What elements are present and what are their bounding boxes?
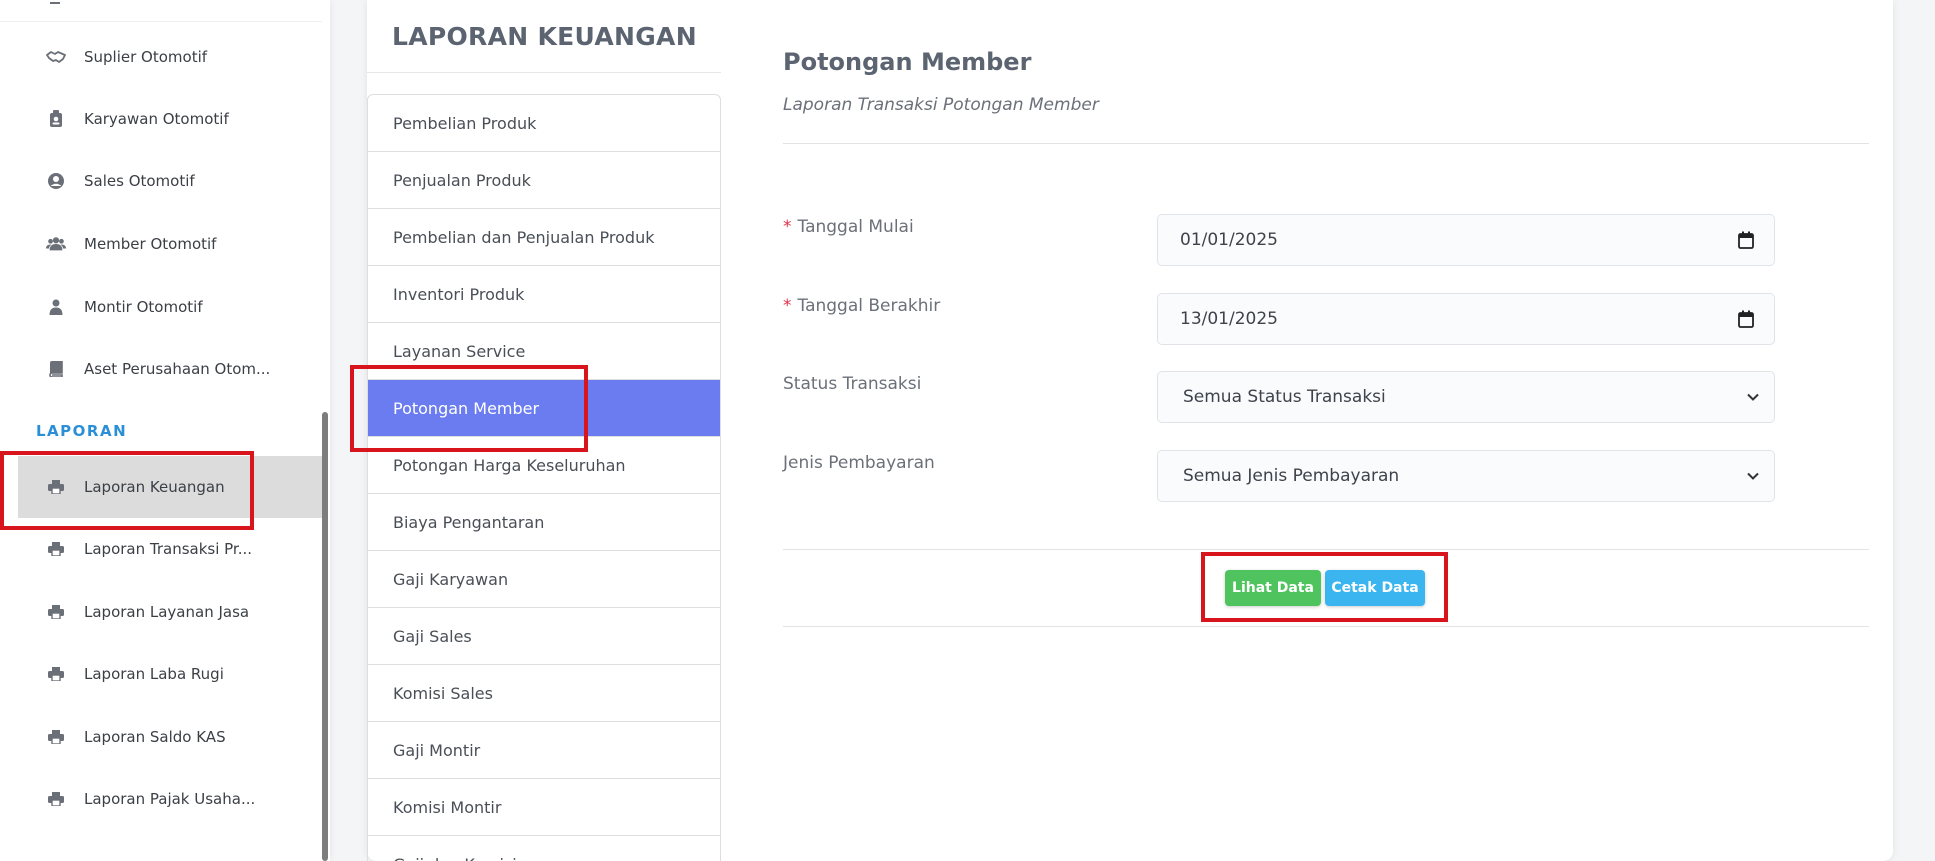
sidebar-scrollbar[interactable]	[322, 412, 328, 861]
end-date-label-text: Tanggal Berakhir	[797, 296, 941, 316]
menu-item-komisi-montir[interactable]: Komisi Montir	[368, 779, 720, 836]
form-divider	[783, 549, 1869, 550]
cutoff-icon	[50, 0, 60, 4]
sidebar-item-laporan-saldo-kas[interactable]: Laporan Saldo KAS	[0, 706, 322, 768]
printer-icon	[46, 727, 66, 747]
end-date-value: 13/01/2025	[1180, 309, 1278, 329]
menu-item-gaji-komisi[interactable]: Gaji dan Komisi...	[368, 836, 720, 861]
sidebar-item-suplier[interactable]: Suplier Otomotif	[0, 26, 322, 88]
calendar-icon[interactable]	[1738, 310, 1754, 328]
sidebar-item-label: Montir Otomotif	[84, 298, 203, 316]
card-title-divider	[367, 72, 721, 73]
menu-item-gaji-montir[interactable]: Gaji Montir	[368, 722, 720, 779]
printer-icon	[46, 539, 66, 559]
sidebar-item-label: Member Otomotif	[84, 235, 217, 253]
report-card: LAPORAN KEUANGAN Pembelian Produk Penjua…	[367, 0, 1893, 861]
report-header-divider	[783, 143, 1869, 144]
sidebar-item-label: Laporan Layanan Jasa	[84, 603, 250, 621]
chevron-down-icon	[1747, 393, 1759, 401]
print-data-button[interactable]: Cetak Data	[1325, 570, 1425, 606]
sidebar-item-label: Sales Otomotif	[84, 172, 195, 190]
printer-icon	[46, 602, 66, 622]
sidebar-item-laporan-pajak[interactable]: Laporan Pajak Usaha...	[0, 768, 322, 830]
menu-item-potongan-harga[interactable]: Potongan Harga Keseluruhan	[368, 437, 720, 494]
user-icon	[46, 297, 66, 317]
sidebar-item-label: Laporan Laba Rugi	[84, 665, 224, 683]
menu-item-potongan-member[interactable]: Potongan Member	[368, 380, 720, 437]
menu-item-layanan-service[interactable]: Layanan Service	[368, 323, 720, 380]
footer-divider	[783, 626, 1869, 627]
chevron-down-icon	[1747, 472, 1759, 480]
printer-icon	[46, 664, 66, 684]
sidebar: Suplier Otomotif Karyawan Otomotif Sales…	[0, 0, 330, 861]
sidebar-item-laporan-layanan[interactable]: Laporan Layanan Jasa	[0, 581, 322, 643]
sidebar-item-montir[interactable]: Montir Otomotif	[0, 276, 322, 338]
menu-item-biaya-pengantaran[interactable]: Biaya Pengantaran	[368, 494, 720, 551]
menu-item-komisi-sales[interactable]: Komisi Sales	[368, 665, 720, 722]
sidebar-item-aset[interactable]: Aset Perusahaan Otom...	[0, 338, 322, 400]
menu-item-penjualan-produk[interactable]: Penjualan Produk	[368, 152, 720, 209]
menu-item-inventori-produk[interactable]: Inventori Produk	[368, 266, 720, 323]
start-date-value: 01/01/2025	[1180, 230, 1278, 250]
sidebar-item-laporan-keuangan[interactable]: Laporan Keuangan	[18, 456, 322, 518]
printer-icon	[46, 477, 66, 497]
calendar-icon[interactable]	[1738, 231, 1754, 249]
report-title: Potongan Member	[783, 48, 1032, 76]
status-value: Semua Status Transaksi	[1183, 387, 1386, 407]
view-data-button[interactable]: Lihat Data	[1225, 570, 1321, 606]
status-label: Status Transaksi	[783, 374, 922, 394]
required-mark: *	[783, 296, 792, 316]
sidebar-item-label: Laporan Transaksi Pr...	[84, 540, 253, 558]
sidebar-item-label: Aset Perusahaan Otom...	[84, 360, 271, 378]
required-mark: *	[783, 217, 792, 237]
end-date-input[interactable]: 13/01/2025	[1157, 293, 1775, 345]
menu-item-pembelian-penjualan[interactable]: Pembelian dan Penjualan Produk	[368, 209, 720, 266]
sidebar-item-laporan-transaksi[interactable]: Laporan Transaksi Pr...	[0, 518, 322, 580]
users-icon	[46, 234, 66, 254]
printer-icon	[46, 789, 66, 809]
book-icon	[46, 359, 66, 379]
sidebar-item-label: Karyawan Otomotif	[84, 110, 229, 128]
sidebar-cutoff-item	[0, 0, 322, 22]
start-date-label: * Tanggal Mulai	[783, 217, 914, 237]
sidebar-item-member[interactable]: Member Otomotif	[0, 213, 322, 275]
sidebar-item-label: Laporan Pajak Usaha...	[84, 790, 256, 808]
payment-select[interactable]: Semua Jenis Pembayaran	[1157, 450, 1775, 502]
report-menu: Pembelian Produk Penjualan Produk Pembel…	[367, 94, 721, 861]
sidebar-item-label: Suplier Otomotif	[84, 48, 208, 66]
id-badge-icon	[46, 109, 66, 129]
sidebar-item-label: Laporan Saldo KAS	[84, 728, 226, 746]
payment-label: Jenis Pembayaran	[783, 453, 935, 473]
handshake-icon	[46, 47, 66, 67]
sidebar-item-sales[interactable]: Sales Otomotif	[0, 150, 322, 212]
end-date-label: * Tanggal Berakhir	[783, 296, 940, 316]
user-circle-icon	[46, 171, 66, 191]
sidebar-item-karyawan[interactable]: Karyawan Otomotif	[0, 88, 322, 150]
start-date-input[interactable]: 01/01/2025	[1157, 214, 1775, 266]
status-select[interactable]: Semua Status Transaksi	[1157, 371, 1775, 423]
sidebar-item-laporan-laba-rugi[interactable]: Laporan Laba Rugi	[0, 643, 322, 705]
card-title: LAPORAN KEUANGAN	[392, 22, 697, 51]
report-subtitle: Laporan Transaksi Potongan Member	[783, 95, 1099, 115]
start-date-label-text: Tanggal Mulai	[797, 217, 914, 237]
menu-item-gaji-karyawan[interactable]: Gaji Karyawan	[368, 551, 720, 608]
menu-item-pembelian-produk[interactable]: Pembelian Produk	[368, 95, 720, 152]
menu-item-gaji-sales[interactable]: Gaji Sales	[368, 608, 720, 665]
sidebar-section-laporan: LAPORAN	[36, 422, 128, 440]
sidebar-item-label: Laporan Keuangan	[84, 478, 225, 496]
payment-value: Semua Jenis Pembayaran	[1183, 466, 1400, 486]
